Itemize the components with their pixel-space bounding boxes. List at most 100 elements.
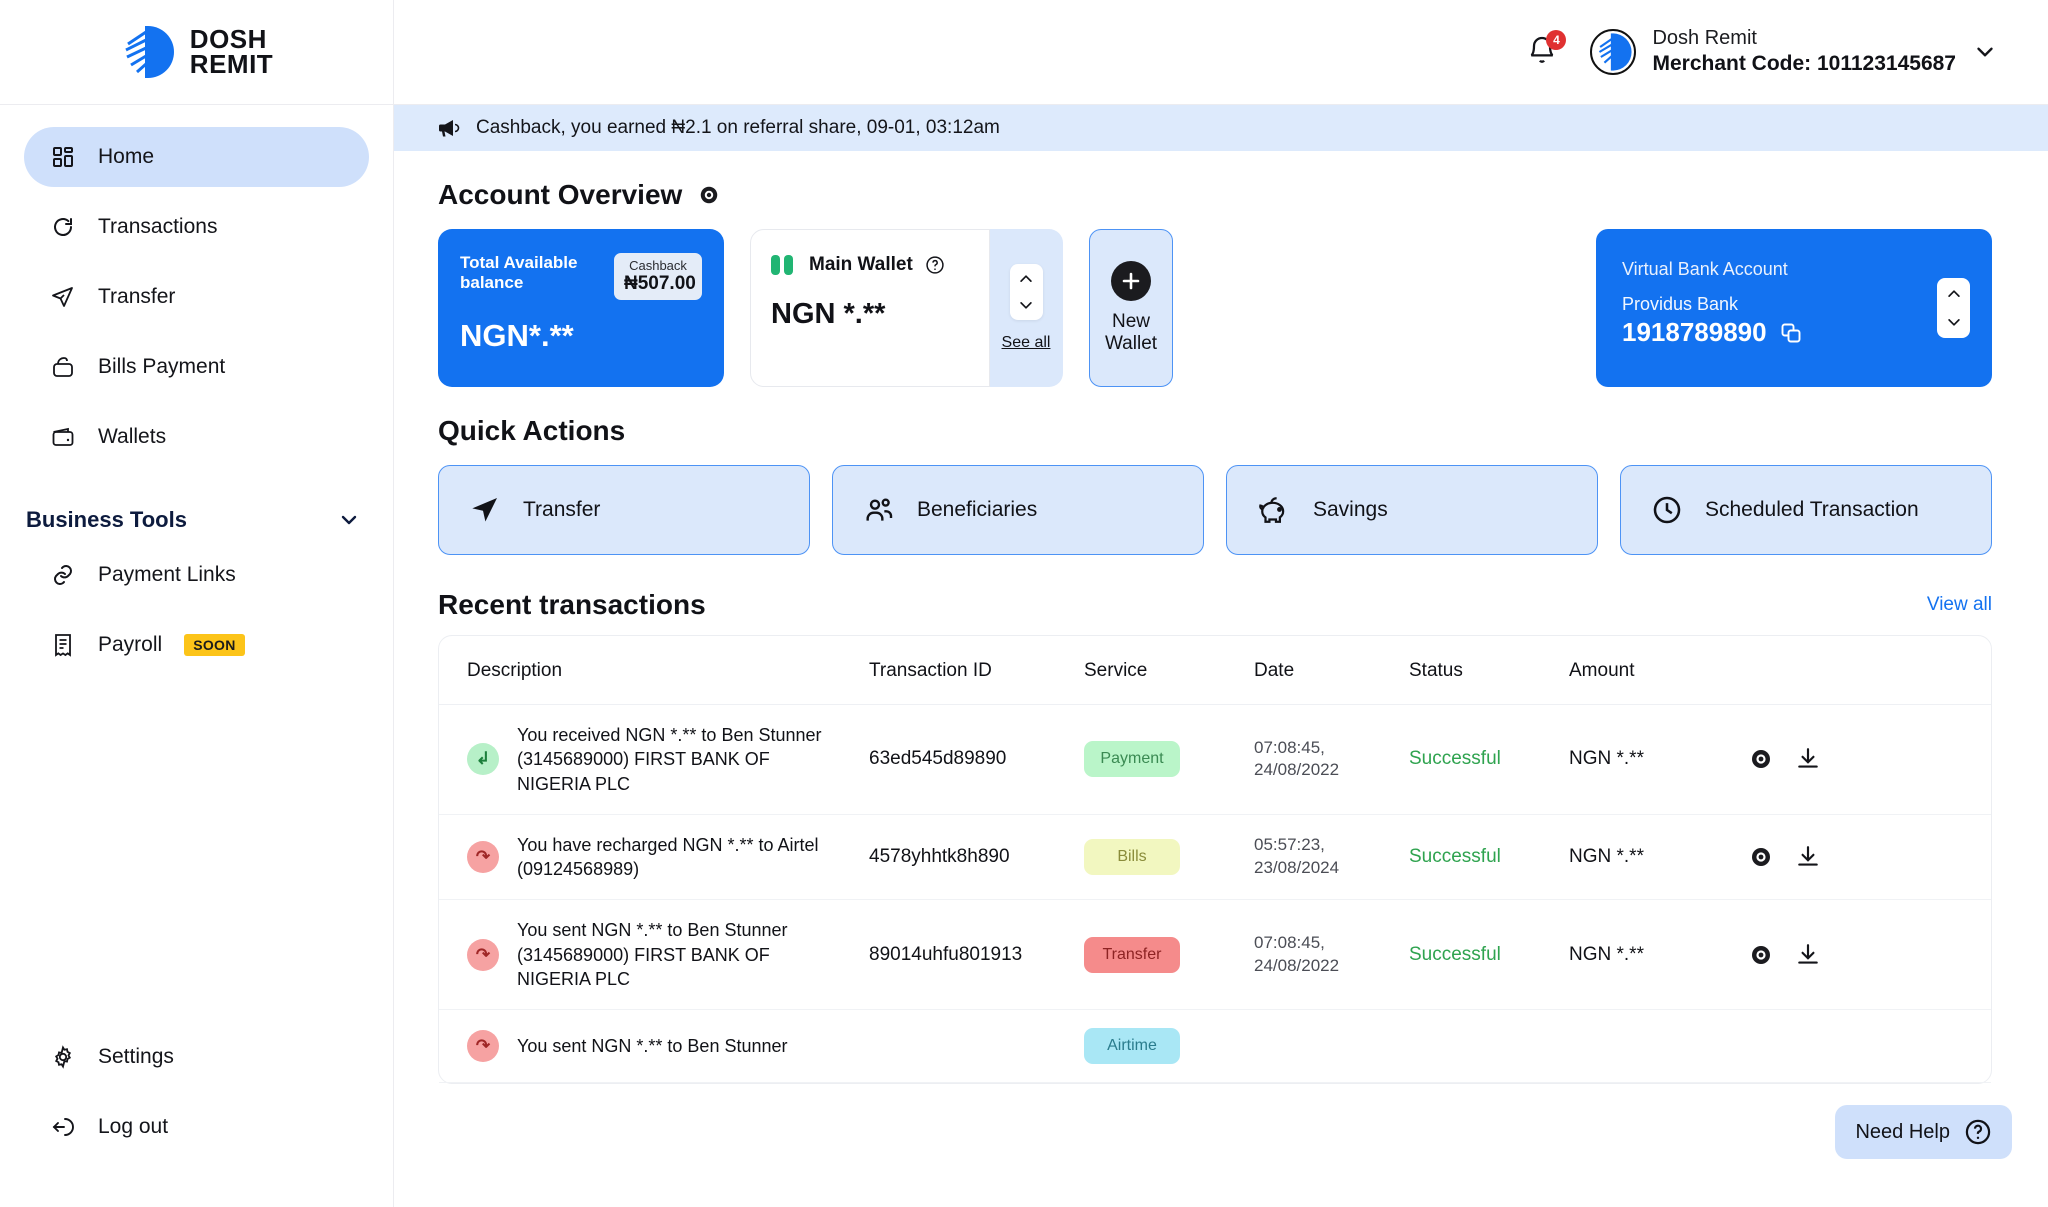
profile-menu[interactable]: Dosh Remit Merchant Code: 101123145687 — [1590, 26, 1998, 77]
main-wallet-card[interactable]: Main Wallet NGN *.** — [750, 229, 990, 387]
sidebar-item-label: Home — [98, 145, 155, 168]
send-icon — [50, 284, 76, 310]
avatar — [1590, 29, 1637, 75]
status-badge: Successful — [1409, 704, 1569, 815]
main-wallet-amount: NGN *.** — [771, 298, 886, 330]
quick-actions-header: Quick Actions — [438, 415, 1992, 447]
quick-action-beneficiaries[interactable]: Beneficiaries — [832, 465, 1204, 555]
virtual-bank-pager[interactable] — [1937, 278, 1970, 338]
wallet-pager: See all — [989, 229, 1063, 387]
col-description: Description — [439, 636, 869, 705]
chevron-down-icon[interactable] — [337, 508, 361, 532]
col-transaction-id: Transaction ID — [869, 636, 1084, 705]
people-icon — [863, 494, 895, 526]
virtual-bank-account-card[interactable]: Virtual Bank Account Providus Bank 19187… — [1596, 229, 1992, 387]
total-balance-card[interactable]: Total Available balance Cashback ₦507.00… — [438, 229, 724, 387]
service-badge: Payment — [1084, 741, 1180, 778]
download-icon[interactable] — [1795, 844, 1821, 870]
table-row[interactable]: ↷ You sent NGN *.** to Ben Stunner Airti… — [439, 1009, 1991, 1084]
new-wallet-button[interactable]: New Wallet — [1089, 229, 1173, 387]
table-row[interactable]: ↲ You received NGN *.** to Ben Stunner (… — [439, 704, 1991, 815]
table-body: ↲ You received NGN *.** to Ben Stunner (… — [439, 704, 1991, 1084]
view-all-link[interactable]: View all — [1927, 594, 1992, 616]
sidebar-item-home[interactable]: Home — [24, 127, 369, 187]
notifications-button[interactable]: 4 — [1526, 30, 1567, 71]
main-area: 4 Dosh Remit Merchant Code: 101123145687… — [394, 0, 2048, 1207]
wallet-pager-buttons[interactable] — [1009, 264, 1043, 320]
status-badge — [1409, 1009, 1569, 1084]
quick-action-transfer[interactable]: Transfer — [438, 465, 810, 555]
total-balance-amount: NGN*.** — [460, 318, 574, 353]
sidebar: DOSH REMIT Home Transactions Transfer Bi… — [0, 0, 394, 1207]
outgoing-arrow-icon: ↷ — [467, 1030, 499, 1063]
quick-action-label: Savings — [1313, 498, 1388, 521]
download-icon[interactable] — [1795, 746, 1821, 772]
business-tools-nav: Payment Links Payroll SOON — [0, 539, 393, 685]
table-row[interactable]: ↷ You sent NGN *.** to Ben Stunner (3145… — [439, 899, 1991, 1011]
business-tools-header[interactable]: Business Tools — [0, 477, 393, 539]
cell-service: Airtime — [1084, 1009, 1254, 1084]
chevron-down-icon[interactable] — [1945, 315, 1963, 329]
status-badge: Successful — [1409, 814, 1569, 901]
sidebar-item-settings[interactable]: Settings — [24, 1027, 369, 1087]
copy-icon[interactable] — [1779, 321, 1803, 345]
chevron-up-icon[interactable] — [1945, 287, 1963, 301]
cell-description: ↷ You have recharged NGN *.** to Airtel … — [439, 814, 869, 901]
table-row[interactable]: ↷ You have recharged NGN *.** to Airtel … — [439, 814, 1991, 901]
outgoing-arrow-icon: ↷ — [467, 938, 499, 971]
see-all-wallets-link[interactable]: See all — [1002, 334, 1051, 352]
sidebar-item-logout[interactable]: Log out — [24, 1097, 369, 1157]
eye-icon[interactable] — [698, 184, 720, 206]
cell-service: Payment — [1084, 704, 1254, 815]
sidebar-item-transactions[interactable]: Transactions — [24, 197, 369, 257]
chevron-up-icon[interactable] — [1017, 272, 1035, 286]
transaction-description: You have recharged NGN *.** to Airtel (0… — [517, 834, 819, 880]
view-receipt-icon[interactable] — [1749, 747, 1773, 771]
receipt-icon — [50, 632, 76, 658]
virtual-bank-name: Providus Bank — [1622, 294, 1739, 314]
quick-actions-title: Quick Actions — [438, 415, 626, 446]
sidebar-item-transfer[interactable]: Transfer — [24, 267, 369, 327]
sidebar-item-label: Transactions — [98, 215, 218, 238]
transaction-date: 24/08/2022 — [1254, 955, 1340, 975]
piggy-bank-icon — [1257, 494, 1291, 526]
profile-name: Dosh Remit — [1652, 27, 1757, 50]
col-status: Status — [1409, 636, 1569, 705]
need-help-widget[interactable]: Need Help — [1835, 1105, 2012, 1159]
sidebar-item-label: Bills Payment — [98, 355, 226, 378]
service-badge: Bills — [1084, 839, 1180, 876]
sidebar-item-bills-payment[interactable]: Bills Payment — [24, 337, 369, 397]
cell-description: ↲ You received NGN *.** to Ben Stunner (… — [439, 704, 869, 815]
view-receipt-icon[interactable] — [1749, 845, 1773, 869]
col-actions — [1749, 636, 1991, 705]
cell-actions — [1749, 899, 1991, 1011]
new-wallet-label: New Wallet — [1104, 311, 1158, 354]
transaction-amount: NGN *.** — [1569, 899, 1749, 1011]
view-receipt-icon[interactable] — [1749, 943, 1773, 967]
status-badge: Successful — [1409, 899, 1569, 1011]
download-icon[interactable] — [1795, 942, 1821, 968]
service-badge: Airtime — [1084, 1028, 1180, 1065]
quick-action-savings[interactable]: Savings — [1226, 465, 1598, 555]
transaction-amount — [1569, 1009, 1749, 1084]
transaction-time: 07:08:45, — [1254, 737, 1325, 757]
question-circle-icon — [1964, 1118, 1992, 1146]
chevron-down-icon[interactable] — [1972, 39, 1998, 65]
wallet-flag-icon — [771, 254, 797, 276]
transaction-date: 24/08/2022 — [1254, 760, 1340, 780]
sidebar-item-wallets[interactable]: Wallets — [24, 407, 369, 467]
merchant-code: Merchant Code: 101123145687 — [1652, 52, 1956, 76]
cashback-value: ₦507.00 — [624, 273, 696, 294]
sidebar-item-payment-links[interactable]: Payment Links — [24, 545, 369, 605]
transaction-id — [869, 1009, 1084, 1084]
recent-transactions-header: Recent transactions View all — [438, 589, 1992, 621]
sidebar-item-payroll[interactable]: Payroll SOON — [24, 615, 369, 675]
quick-action-scheduled-transaction[interactable]: Scheduled Transaction — [1620, 465, 1992, 555]
chevron-down-icon[interactable] — [1017, 298, 1035, 312]
brand-logo[interactable]: DOSH REMIT — [0, 0, 393, 105]
table-head: Description Transaction ID Service Date … — [439, 636, 1991, 705]
help-circle-icon[interactable] — [925, 255, 945, 275]
payroll-soon-badge: SOON — [184, 634, 245, 656]
megaphone-icon — [434, 116, 462, 140]
